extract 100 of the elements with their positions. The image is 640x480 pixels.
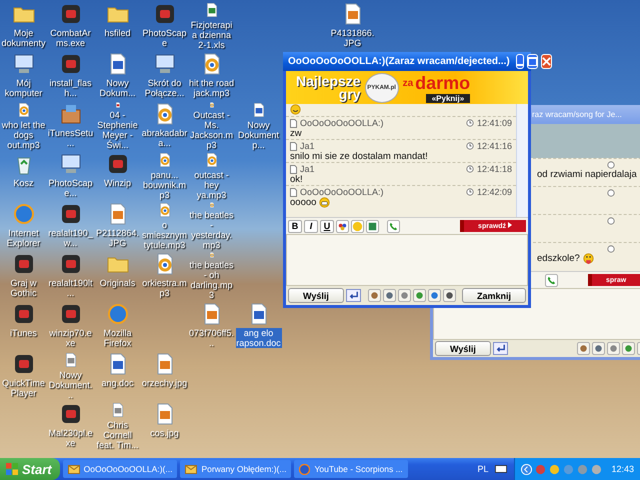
chevron-icon[interactable]: [521, 464, 532, 474]
message-text: ooooo: [290, 197, 316, 208]
minimize-button[interactable]: [516, 54, 524, 69]
icon-label[interactable]: panu... bouwnik.mp3: [142, 170, 188, 200]
toolbar-icon[interactable]: [398, 289, 411, 302]
toolbar-icon[interactable]: [607, 342, 620, 355]
page-icon: [290, 164, 297, 174]
toolbar-icon[interactable]: [592, 342, 605, 355]
message-author: OoOoOoOoOOLLA:): [300, 118, 384, 128]
icon-label[interactable]: ang.doc: [94, 378, 140, 388]
icon-label[interactable]: Mal230pl.exe: [48, 428, 94, 448]
icon-label[interactable]: Mój komputer: [0, 78, 46, 98]
icon-label[interactable]: 073f706ff5...: [188, 328, 234, 348]
close-chat-button[interactable]: Zamknij: [462, 288, 526, 303]
taskbar-button[interactable]: Porwany Obłędem:)(...: [180, 460, 292, 478]
clock-icon: [607, 217, 615, 225]
start-button[interactable]: Start: [0, 458, 60, 480]
taskbar-button[interactable]: YouTube - Scorpions ...: [294, 460, 408, 478]
computer-icon[interactable]: [152, 52, 176, 76]
icon-label[interactable]: P4131866.JPG: [330, 28, 376, 48]
icon-label[interactable]: Outcast - Ms. Jackson.mp3: [188, 110, 234, 150]
toolbar-icon[interactable]: [428, 289, 441, 302]
toolbar-icon[interactable]: [622, 342, 635, 355]
message-text: edszkole?: [537, 253, 580, 264]
icon-label[interactable]: CombatArms.exe: [48, 28, 94, 48]
icon-label[interactable]: Winzip: [94, 178, 140, 188]
package-icon[interactable]: [58, 102, 82, 126]
send-button[interactable]: Wyślij: [288, 288, 344, 303]
icon-label[interactable]: hsfiled: [94, 28, 140, 38]
icon-label[interactable]: realalt190lt...: [48, 278, 94, 298]
message-author: Ja1: [300, 141, 315, 151]
icon-label[interactable]: Moje dokumenty: [0, 28, 46, 48]
format-button[interactable]: B: [288, 220, 302, 232]
icon-label[interactable]: Graj w Gothic: [0, 278, 46, 298]
envelope-icon: [68, 464, 80, 474]
banner-text: za: [402, 78, 414, 88]
toolbar-icon[interactable]: [412, 289, 426, 302]
color-palette-icon[interactable]: [336, 220, 349, 232]
keyboard-icon[interactable]: [495, 465, 508, 473]
icon-label[interactable]: Kosz: [0, 178, 46, 188]
toolbar-icon[interactable]: [368, 289, 381, 302]
icon-label[interactable]: PhotoScape: [142, 28, 188, 48]
envelope-icon: [185, 464, 198, 474]
send-button[interactable]: Wyślij: [435, 341, 491, 356]
format-button[interactable]: U: [320, 220, 334, 232]
icon-label[interactable]: hit the road jack.mp3: [188, 78, 234, 98]
toolbar-icon[interactable]: [382, 289, 396, 302]
icon-label[interactable]: the beatles - yesterday.mp3: [188, 210, 234, 250]
icon-label[interactable]: P2112864.JPG: [94, 228, 140, 248]
scrollbar[interactable]: [516, 104, 528, 217]
icon-label[interactable]: orkiestra.mp3: [142, 278, 188, 298]
icon-label[interactable]: QuickTime Player: [0, 378, 46, 398]
image-icon[interactable]: [366, 220, 379, 232]
maximize-button[interactable]: [526, 54, 538, 69]
language-indicator[interactable]: PL: [477, 464, 488, 474]
phone-icon[interactable]: [387, 220, 400, 232]
message-input-field[interactable]: [286, 234, 528, 286]
icon-label[interactable]: Internet Explorer: [0, 228, 46, 248]
window-title: raz wracam/song for Je...: [531, 110, 622, 119]
icon-label[interactable]: PhotoScape...: [48, 178, 94, 198]
clock-icon: [466, 188, 474, 196]
icon-label[interactable]: who let the dogs out.mp3: [0, 120, 46, 150]
banner-link[interactable]: «Pyknij»: [426, 94, 470, 102]
toolbar-icon[interactable]: [577, 342, 590, 355]
phone-icon[interactable]: [545, 274, 558, 286]
format-button[interactable]: I: [304, 220, 318, 232]
icon-label[interactable]: outcast - hey ya.mp3: [188, 170, 234, 200]
icon-label[interactable]: Fizjoterapia dzienna 2-1.xls: [188, 20, 234, 50]
icon-label[interactable]: Mozilla Firefox: [94, 328, 140, 348]
icon-label[interactable]: cos.jpg: [142, 428, 188, 438]
icon-label[interactable]: Originals: [94, 278, 140, 288]
clock-icon: [607, 161, 615, 169]
icon-label[interactable]: ang elo rapson.doc: [236, 328, 282, 348]
icon-label[interactable]: orzechy.jpg: [142, 378, 188, 388]
banner-text: gry: [338, 88, 361, 100]
icon-label[interactable]: Nowy Dokument p...: [236, 120, 282, 150]
icon-label[interactable]: realalt190_w...: [48, 228, 94, 248]
enter-icon[interactable]: [346, 289, 361, 302]
icon-label[interactable]: the beatles - oh darling.mp3: [188, 260, 234, 300]
icon-label[interactable]: Chris Cornell feat. Tim...: [94, 420, 140, 450]
icon-label[interactable]: abrakadabra...: [142, 128, 188, 148]
computer-icon[interactable]: [12, 52, 36, 76]
icon-label[interactable]: Skrót do Połącze...: [142, 78, 188, 98]
page-icon: [290, 118, 297, 128]
close-button[interactable]: [540, 54, 552, 69]
icon-label[interactable]: install_flash...: [48, 78, 94, 98]
icon-label[interactable]: Nowy Dokum...: [94, 78, 140, 98]
toolbar-icon[interactable]: [442, 289, 456, 302]
taskbar-button[interactable]: OoOoOoOoOOLLA:)(...: [62, 460, 178, 478]
icon-label[interactable]: Nowy Dokument...: [48, 370, 94, 400]
icon-label[interactable]: o smiesznym tytule.mp3: [142, 220, 188, 250]
icon-label[interactable]: 04 - Stephenie Meyer - Świ...: [94, 110, 140, 150]
computer-icon[interactable]: [58, 152, 82, 176]
page-icon: [290, 188, 297, 196]
icon-label[interactable]: iTunes: [0, 328, 46, 338]
icon-label[interactable]: iTunesSetu...: [48, 128, 94, 148]
icon-label[interactable]: winzip70.exe: [48, 328, 94, 348]
clock-icon: [466, 165, 474, 173]
enter-icon[interactable]: [492, 342, 508, 355]
tray-icon[interactable]: [549, 464, 560, 474]
